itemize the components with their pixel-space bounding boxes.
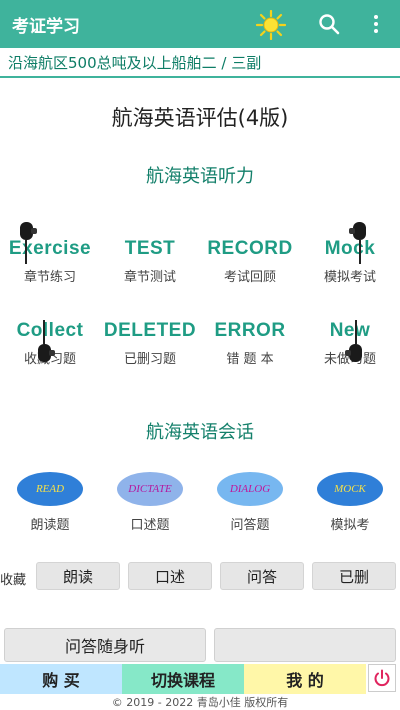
earphone-icon <box>349 222 366 264</box>
mock-badge: MOCK <box>317 472 383 506</box>
fav-deleted-button[interactable]: 已删 <box>312 562 396 590</box>
dictate-button[interactable]: DICTATE 口述题 <box>100 472 200 552</box>
record-label: RECORD <box>207 238 293 259</box>
exercise-caption: 章节练习 <box>23 270 76 285</box>
divider <box>0 76 400 78</box>
earphone-icon <box>38 320 55 362</box>
page-title: 航海英语评估(4版) <box>111 106 289 130</box>
sun-icon[interactable] <box>256 10 286 40</box>
secondary-action-button[interactable] <box>214 628 396 662</box>
test-button[interactable]: TEST 章节测试 <box>100 228 200 298</box>
dialog-caption: 问答题 <box>230 518 270 533</box>
power-icon <box>374 669 390 687</box>
record-button[interactable]: RECORD 考试回顾 <box>200 228 300 298</box>
dialog-button[interactable]: DIALOG 问答题 <box>200 472 300 552</box>
dictate-caption: 口述题 <box>130 518 170 533</box>
deleted-button[interactable]: DELETED 已删习题 <box>100 310 200 380</box>
record-caption: 考试回顾 <box>223 270 276 285</box>
read-button[interactable]: READ 朗读题 <box>0 472 100 552</box>
bottom-tab-bar: 购 买 切换课程 我 的 <box>0 664 400 694</box>
read-badge: READ <box>17 472 83 506</box>
exercise-label: Exercise <box>8 238 92 259</box>
qa-listen-button[interactable]: 问答随身听 <box>4 628 206 662</box>
tab-buy[interactable]: 购 买 <box>0 664 122 694</box>
dictate-badge: DICTATE <box>117 472 183 506</box>
fav-qa-button[interactable]: 问答 <box>220 562 304 590</box>
listening-section-title: 航海英语听力 <box>146 166 254 187</box>
exercise-button[interactable]: Exercise 章节练习 <box>0 228 100 298</box>
dialog-badge: DIALOG <box>217 472 283 506</box>
tab-mine[interactable]: 我 的 <box>244 664 366 694</box>
favorites-label: 收藏 <box>0 573 27 588</box>
deleted-label: DELETED <box>103 320 197 341</box>
mock-caption: 模拟考试 <box>323 270 376 285</box>
error-label: ERROR <box>214 320 286 341</box>
search-icon[interactable] <box>317 12 341 36</box>
test-caption: 章节测试 <box>123 270 176 285</box>
conversation-section-title: 航海英语会话 <box>146 422 254 443</box>
earphone-icon <box>345 320 362 362</box>
read-caption: 朗读题 <box>30 518 70 533</box>
error-caption: 错 题 本 <box>226 352 274 367</box>
fav-dictate-button[interactable]: 口述 <box>128 562 212 590</box>
app-title: 考证学习 <box>12 16 80 37</box>
power-button[interactable] <box>368 664 396 692</box>
more-vert-icon[interactable] <box>366 13 386 35</box>
test-label: TEST <box>124 238 176 259</box>
fav-read-button[interactable]: 朗读 <box>36 562 120 590</box>
error-button[interactable]: ERROR 错 题 本 <box>200 310 300 380</box>
mock-speaking-caption: 模拟考 <box>330 518 370 533</box>
course-subtitle: 沿海航区500总吨及以上船舶二 / 三副 <box>8 54 262 72</box>
earphone-icon <box>20 222 37 264</box>
copyright-text: © 2019 - 2022 青岛小佳 版权所有 <box>111 696 289 709</box>
deleted-caption: 已删习题 <box>123 352 176 367</box>
tab-switch-course[interactable]: 切换课程 <box>122 664 244 694</box>
mock-speaking-button[interactable]: MOCK 模拟考 <box>300 472 400 552</box>
